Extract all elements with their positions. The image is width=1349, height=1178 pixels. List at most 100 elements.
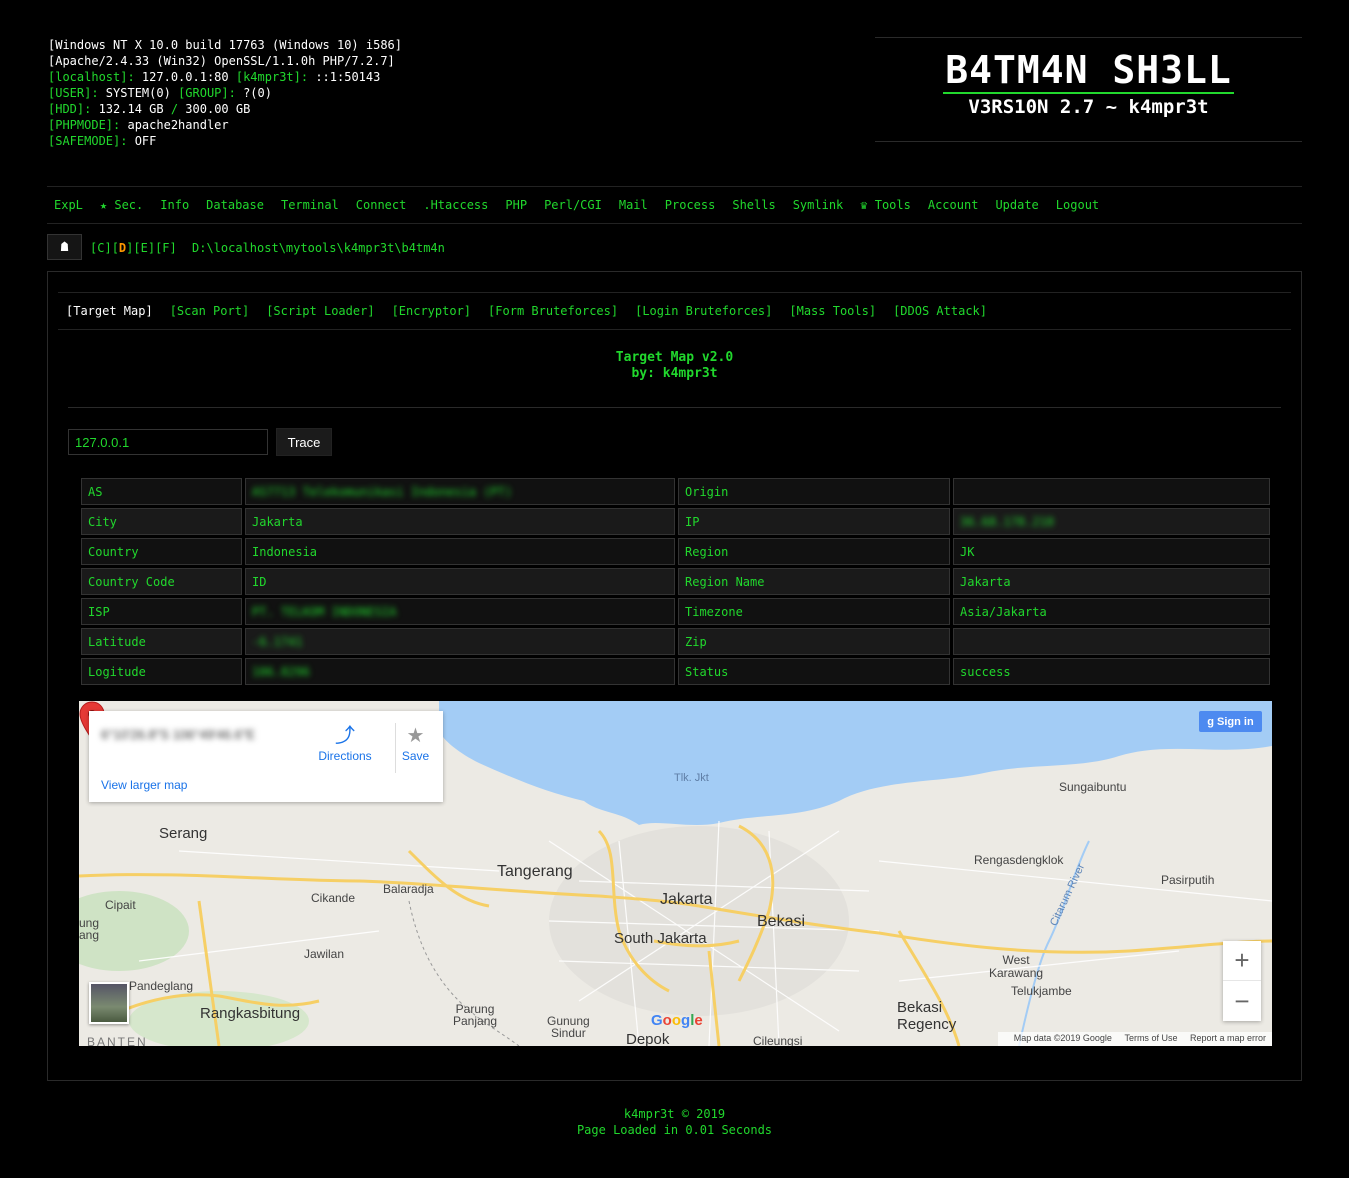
save-button[interactable]: ★ Save [395,723,435,773]
star-icon: ★ [406,725,425,747]
drive-e[interactable]: E [141,241,148,255]
menu-perl-cgi[interactable]: Perl/CGI [544,198,602,212]
map-label: Bekasi [757,913,806,930]
info-key: IP [678,508,950,535]
menu-tools[interactable]: ♛ Tools [860,198,911,212]
menu-symlink[interactable]: Symlink [793,198,844,212]
phpmode-label: [PHPMODE]: [48,118,121,132]
map-label: Jawilan [304,947,345,961]
tab-target-map[interactable]: [Target Map] [66,304,153,318]
tab-script-loader[interactable]: [Script Loader] [266,304,374,318]
menu-account[interactable]: Account [928,198,979,212]
hdd-free: 132.14 GB [91,102,171,116]
directions-button[interactable]: ⤴ Directions [317,723,373,763]
menu-logout[interactable]: Logout [1056,198,1099,212]
info-key-text: AS [88,484,103,499]
terms-link[interactable]: Terms of Use [1124,1033,1177,1043]
menu-connect[interactable]: Connect [356,198,407,212]
menu-database[interactable]: Database [206,198,264,212]
map-data-credit: Map data ©2019 Google [1013,1033,1112,1043]
menu-explorer[interactable]: ExpL [54,198,83,212]
home-icon: ☗ [60,239,69,255]
map-label: Cikande [311,891,356,905]
info-value-text: Asia/Jakarta [960,604,1047,619]
menu-info[interactable]: Info [160,198,189,212]
zoom-out-button[interactable]: − [1223,981,1261,1021]
info-value: success [953,658,1270,685]
info-row: AS AS7713 Telekomunikasi Indonesia (PT) Or… [81,478,1270,505]
google-map[interactable]: Tlk. Jkt Serang Tangerang Jakarta Bekasi… [79,701,1272,1046]
drive-f[interactable]: F [162,241,169,255]
menu-shells[interactable]: Shells [732,198,775,212]
trace-button[interactable]: Trace [276,428,332,456]
user-line: [USER]: SYSTEM(0) [GROUP]: ?(0) [48,85,402,101]
info-value: Jakarta [245,508,675,535]
info-key: Logitude [81,658,242,685]
tab-form-bruteforces[interactable]: [Form Bruteforces] [488,304,618,318]
satellite-toggle-thumbnail[interactable] [89,982,129,1024]
info-value [953,478,1270,505]
menu-htaccess[interactable]: .Htaccess [423,198,488,212]
user-value: SYSTEM(0) [98,86,179,100]
info-value: 36.68.178.210 [953,508,1270,535]
map-label: Balaradja [383,882,434,896]
info-key-text: Origin [685,484,729,499]
info-value-text: Indonesia [252,544,318,559]
info-value: Jakarta [953,568,1270,595]
hdd-total: 300.00 GB [178,102,251,116]
tool-author: by: k4mpr3t [631,366,718,381]
menu-process[interactable]: Process [665,198,716,212]
menu-terminal[interactable]: Terminal [281,198,339,212]
tab-scan-port[interactable]: [Scan Port] [170,304,249,318]
info-key-text: Region Name [685,574,765,589]
map-label: Gunung Sindur [547,1014,590,1040]
hdd-line: [HDD]: 132.14 GB / 300.00 GB [48,101,402,117]
hdd-separator: / [170,102,179,116]
footer-load-time: Page Loaded in 0.01 Seconds [576,1123,773,1137]
group-label: [GROUP]: [178,86,236,100]
info-key-text: Latitude [88,634,146,649]
client-label: [k4mpr3t]: [235,70,309,84]
map-label: Jakarta [660,891,713,908]
menu-update[interactable]: Update [995,198,1038,212]
info-value [953,628,1270,655]
sign-in-button[interactable]: g Sign in [1199,711,1262,732]
map-attribution: Map data ©2019 Google Terms of Use Repor… [997,1032,1272,1046]
tab-mass-tools[interactable]: [Mass Tools] [789,304,876,318]
phpmode-line: [PHPMODE]: apache2handler [48,117,402,133]
tab-ddos-attack[interactable]: [DDOS Attack] [893,304,987,318]
info-key: Country [81,538,242,565]
info-key-text: IP [685,514,700,529]
menu-php[interactable]: PHP [505,198,527,212]
info-key: Country Code [81,568,242,595]
current-path[interactable]: D:\localhost\mytools\k4mpr3t\b4tm4n [192,241,445,255]
info-key: Latitude [81,628,242,655]
info-key-text: Region [685,544,729,559]
view-larger-map-link[interactable]: View larger map [101,778,187,792]
ip-input[interactable] [68,429,268,455]
menu-security[interactable]: ★ Sec. [100,198,143,212]
drive-close-bracket: ] [169,241,177,255]
info-value-text: AS7713 Telekomunikasi Indonesia (PT) [252,484,513,499]
info-value-text: ID [252,574,267,589]
tab-encryptor[interactable]: [Encryptor] [392,304,471,318]
map-label: Rengasdengklok [974,853,1064,867]
info-row: Latitude -6.1741 Zip [81,628,1270,655]
safemode-value: OFF [127,134,157,148]
report-error-link[interactable]: Report a map error [1190,1033,1266,1043]
java-sea [439,701,1272,825]
zoom-in-button[interactable]: + [1223,941,1261,981]
info-key-text: Timezone [685,604,743,619]
localhost-label: [localhost]: [48,70,135,84]
menu-mail[interactable]: Mail [619,198,648,212]
safemode-line: [SAFEMODE]: OFF [48,133,402,149]
path-bar: [C][D][E][F] D:\localhost\mytools\k4mpr3… [90,241,445,255]
safemode-label: [SAFEMODE]: [48,134,128,148]
info-key: AS [81,478,242,505]
info-value-text: success [960,664,1011,679]
info-value: 106.8296 [245,658,675,685]
map-label: Parung Panjang [453,1002,498,1028]
tab-login-bruteforces[interactable]: [Login Bruteforces] [635,304,772,318]
home-button[interactable]: ☗ [47,234,82,260]
info-value: ID [245,568,675,595]
